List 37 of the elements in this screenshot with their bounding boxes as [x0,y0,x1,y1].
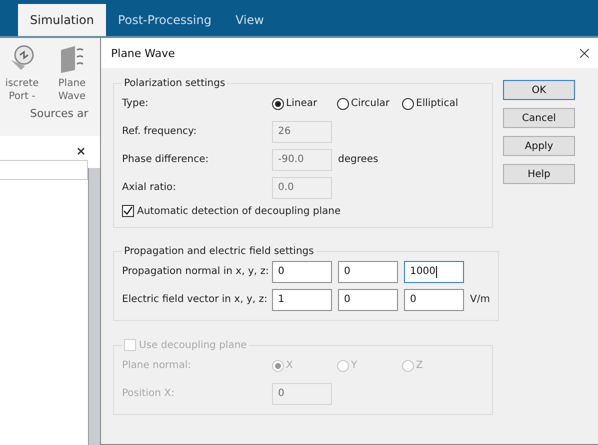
panel-field[interactable] [0,160,88,180]
dialog-button[interactable]: Help [503,164,575,184]
unit-label: degrees [338,154,378,165]
window-title: Plane Wave [111,46,175,60]
radio-option[interactable]: Elliptical [402,98,467,110]
field-label: Electric field vector in x, y, z: [122,294,268,305]
input-field[interactable]: 0 [272,260,332,282]
input-field[interactable]: 0 [404,288,464,310]
field-label: Propagation normal in x, y, z: [122,266,270,277]
radio-option[interactable]: Circular [337,98,402,110]
group-title: Polarization settings [124,78,226,89]
dialog-button[interactable]: Apply [503,136,575,156]
checkbox[interactable]: Automatic detection of decoupling plane [122,205,484,217]
group-label: Sources ar [30,107,88,120]
dialog-button[interactable]: Cancel [503,108,575,128]
input-field[interactable]: 0 [338,288,398,310]
unit-label: V/m [470,294,490,305]
checkmark-icon [123,206,133,216]
group-title: Propagation and electric field settings [124,246,314,257]
ribbon-tab[interactable]: Post-Processing [106,4,224,36]
close-icon[interactable]: × [576,42,592,64]
field-label: Axial ratio: [122,182,178,193]
field-label: Plane normal: [122,360,192,371]
input-field[interactable]: 1 [272,288,332,310]
field-label: Type: [122,98,150,109]
field-label: Phase difference: [122,154,210,165]
close-icon[interactable]: × [76,144,86,158]
input-field[interactable]: 1000 [404,260,464,282]
tool-label[interactable]: iscrete Port - [0,77,44,103]
field-label: Ref. frequency: [122,126,198,137]
field-label: Position X: [122,388,176,399]
tool-label[interactable]: Plane Wave [50,77,94,103]
ribbon-tab[interactable]: Simulation [18,4,106,36]
ribbon-tab[interactable]: View [223,4,276,36]
radio-option[interactable]: Linear [272,98,337,110]
dialog-button[interactable]: OK [503,80,575,100]
input-field[interactable]: 0 [338,260,398,282]
